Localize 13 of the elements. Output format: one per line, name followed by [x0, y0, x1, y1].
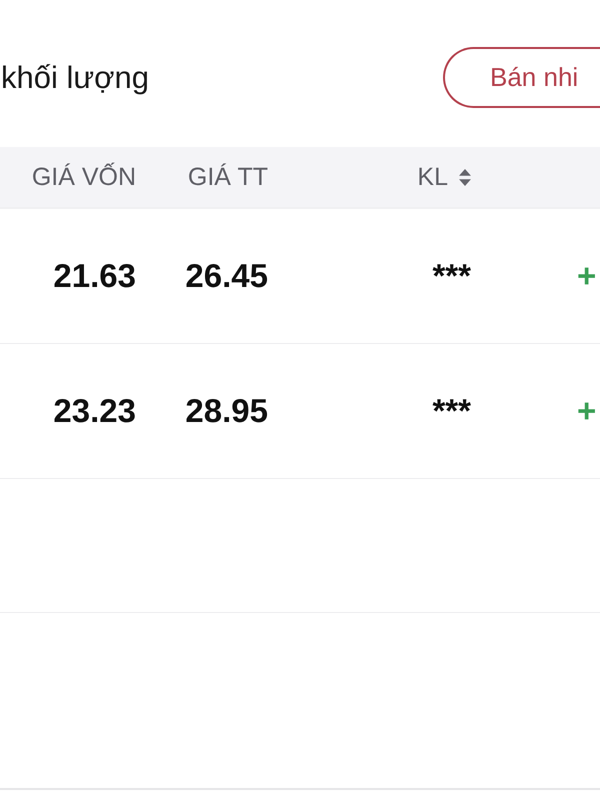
- change-value: +: [577, 256, 596, 296]
- table-cell: 28.95: [185, 391, 268, 431]
- column-header: GIÁ TT: [188, 162, 268, 192]
- table-cell: 21.63: [53, 256, 136, 296]
- change-value: +: [577, 391, 596, 431]
- column-header: GIÁ VỐN: [32, 162, 136, 192]
- table-cell: ***: [432, 391, 471, 431]
- sell-button[interactable]: Bán nhi: [443, 47, 600, 108]
- table-cell: ***: [432, 256, 471, 296]
- section-title: khối lượng: [1, 58, 149, 96]
- column-header[interactable]: KL: [417, 162, 471, 192]
- table-cell: 23.23: [53, 391, 136, 431]
- table-cell: 26.45: [185, 256, 268, 296]
